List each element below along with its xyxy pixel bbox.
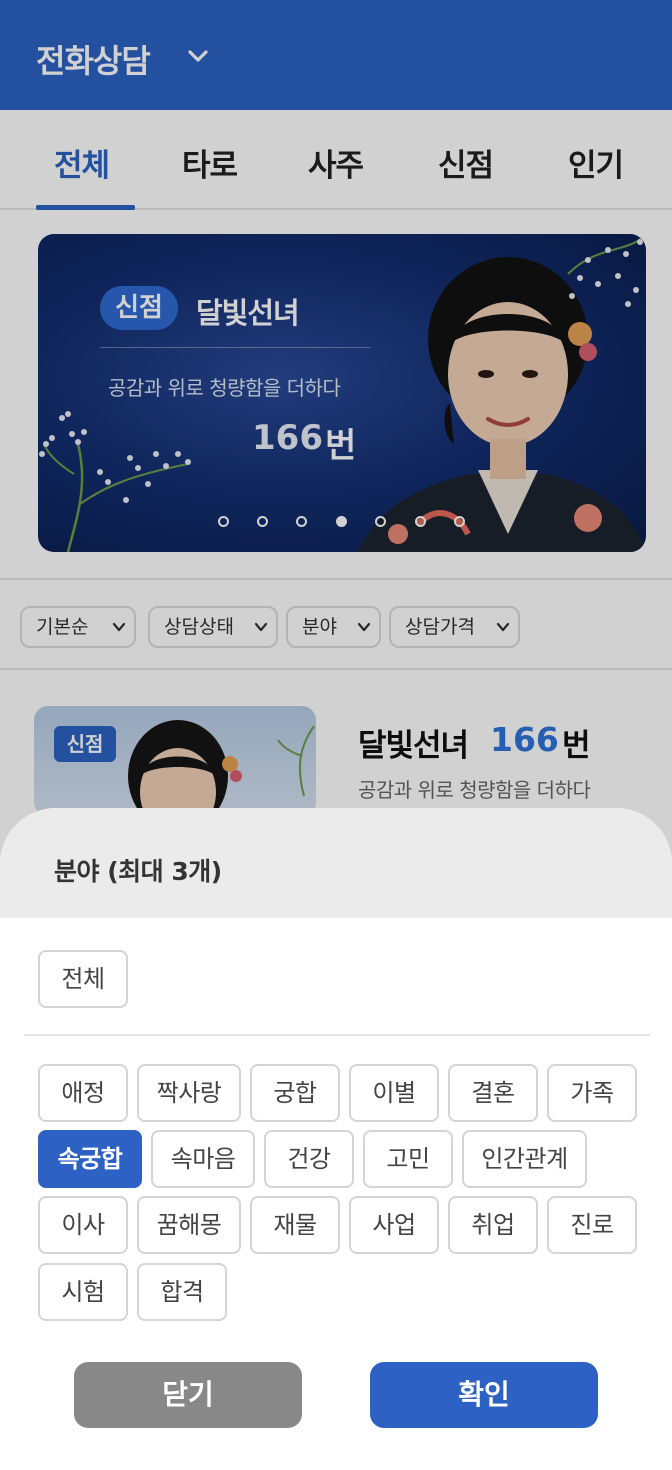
option-chip[interactable]: 합격 [137, 1263, 227, 1321]
option-chip[interactable]: 시험 [38, 1263, 128, 1321]
option-all[interactable]: 전체 [38, 950, 128, 1008]
option-chip[interactable]: 애정 [38, 1064, 128, 1122]
option-chip[interactable]: 취업 [448, 1196, 538, 1254]
option-chip[interactable]: 가족 [547, 1064, 637, 1122]
option-chip[interactable]: 고민 [363, 1130, 453, 1188]
option-chip[interactable]: 재물 [250, 1196, 340, 1254]
sheet-title: 분야 (최대 3개) [54, 857, 222, 886]
option-chip[interactable]: 궁합 [250, 1064, 340, 1122]
close-button[interactable]: 닫기 [74, 1362, 302, 1428]
option-chip[interactable]: 사업 [349, 1196, 439, 1254]
option-chip[interactable]: 짝사랑 [137, 1064, 241, 1122]
option-chip[interactable]: 결혼 [448, 1064, 538, 1122]
confirm-button[interactable]: 확인 [370, 1362, 598, 1428]
option-chip-selected[interactable]: 속궁합 [38, 1130, 142, 1188]
sheet-divider [24, 1034, 650, 1036]
sheet-header: 분야 (최대 3개) [0, 808, 672, 918]
option-chip[interactable]: 진로 [547, 1196, 637, 1254]
option-chip[interactable]: 이사 [38, 1196, 128, 1254]
field-filter-sheet: 분야 (최대 3개) 전체 애정 짝사랑 궁합 이별 결혼 가족 속궁합 속마음… [0, 808, 672, 1470]
phone-screen: 전화상담 전체 타로 사주 신점 인기 신점 달빛선녀 공감과 위로 청량함을 … [0, 0, 672, 1470]
option-chip[interactable]: 이별 [349, 1064, 439, 1122]
option-chip[interactable]: 꿈해몽 [137, 1196, 241, 1254]
option-chip[interactable]: 인간관계 [462, 1130, 587, 1188]
option-chip[interactable]: 속마음 [151, 1130, 255, 1188]
option-chip[interactable]: 건강 [264, 1130, 354, 1188]
